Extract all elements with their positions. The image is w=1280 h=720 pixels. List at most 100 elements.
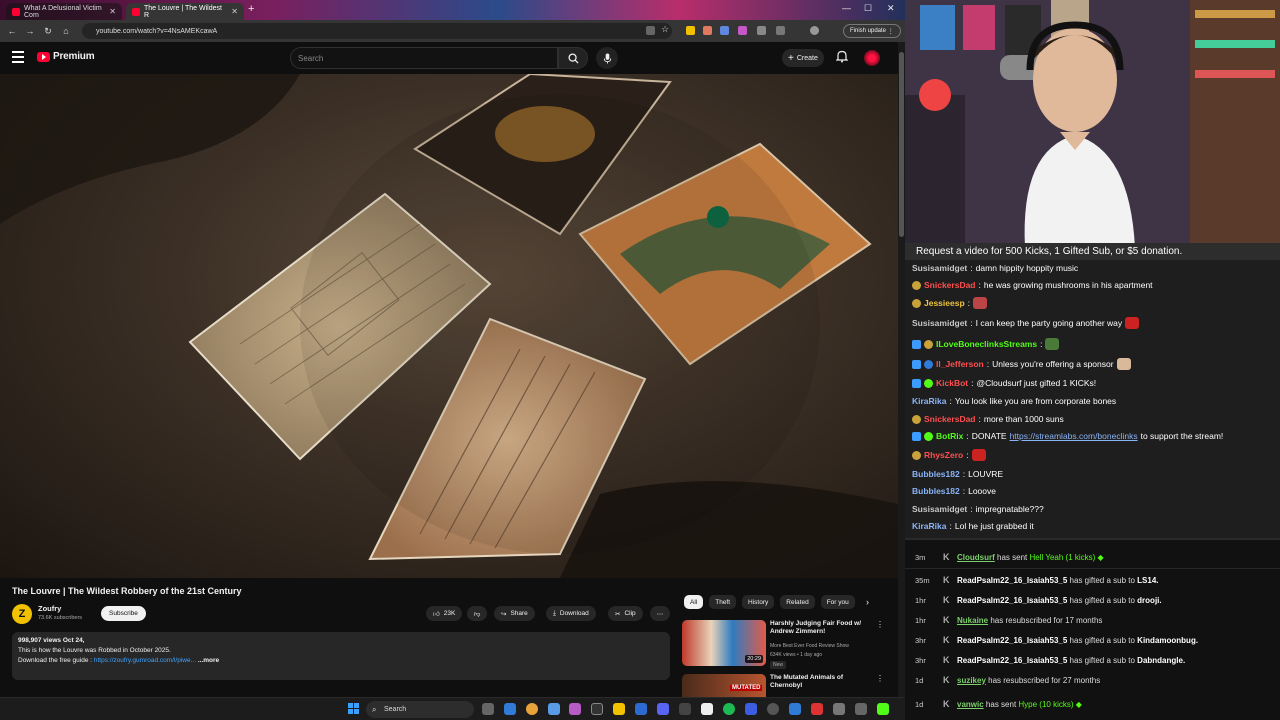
more-vertical-icon[interactable]: ⋮ (876, 620, 884, 629)
event-user[interactable]: ReadPsalm22_16_Isaiah53_5 (957, 636, 1067, 645)
app-icon[interactable] (855, 703, 867, 715)
notifications-bell-icon[interactable] (836, 50, 848, 63)
home-icon[interactable]: ⌂ (57, 26, 75, 36)
chat-username[interactable]: Bubbles182 (912, 486, 960, 496)
chat-username[interactable]: Bubbles182 (912, 469, 960, 479)
chip-theft[interactable]: Theft (709, 595, 737, 609)
chat-username[interactable]: KiraRika (912, 396, 947, 406)
spotify-icon[interactable] (723, 703, 735, 715)
back-icon[interactable]: ← (3, 26, 21, 36)
like-button[interactable]: 👍︎ 23K (426, 606, 463, 621)
chevron-right-icon[interactable]: › (866, 597, 869, 607)
channel-avatar[interactable]: Z (12, 604, 32, 624)
app-icon[interactable] (833, 703, 845, 715)
kick-icon[interactable] (877, 703, 889, 715)
browser-tab-2[interactable]: The Louvre | The Wildest R ✕ (126, 3, 244, 20)
extension-icon[interactable] (776, 26, 785, 35)
chat-username[interactable]: RhysZero (924, 450, 963, 460)
chat-username[interactable]: ILoveBoneclinksStreams (936, 339, 1037, 349)
app-icon[interactable] (701, 703, 713, 715)
page-scrollbar[interactable] (898, 42, 905, 697)
extension-icon[interactable] (720, 26, 729, 35)
recommended-title[interactable]: Harshly Judging Fair Food w/ Andrew Zimm… (770, 620, 870, 636)
youtube-premium-logo[interactable]: Premium (37, 51, 95, 62)
recommended-channel[interactable]: More Best Ever Food Review Show (770, 643, 880, 650)
new-tab-icon[interactable]: + (248, 3, 254, 15)
search-button[interactable] (558, 47, 588, 69)
app-icon[interactable] (569, 703, 581, 715)
chat-username[interactable]: Jessieesp (924, 298, 965, 308)
video-thumbnail[interactable]: MUTATED (682, 674, 766, 697)
file-explorer-icon[interactable] (613, 703, 625, 715)
discord-icon[interactable] (657, 703, 669, 715)
address-bar[interactable]: youtube.com/watch?v=4NsAMEKcawA (82, 23, 672, 39)
video-thumbnail[interactable]: 20:29 (682, 620, 766, 666)
chat-username[interactable]: SnickersDad (924, 280, 976, 290)
chat-username[interactable]: KiraRika (912, 521, 947, 531)
chip-history[interactable]: History (742, 595, 775, 609)
dislike-button[interactable]: 👎︎ (467, 606, 487, 621)
maximize-icon[interactable]: ☐ (864, 3, 872, 14)
description-link[interactable]: https://zoufry.gumroad.com/l/piwe... (94, 657, 196, 664)
video-player[interactable] (0, 74, 898, 578)
chip-all[interactable]: All (684, 595, 704, 609)
chat-username[interactable]: Susisamidget (912, 318, 967, 328)
app-icon[interactable] (591, 703, 603, 715)
more-actions-button[interactable]: ⋯ (650, 606, 670, 621)
chip-for-you[interactable]: For you (820, 595, 855, 609)
profile-icon[interactable] (810, 26, 819, 35)
extension-icon[interactable] (738, 26, 747, 35)
share-button[interactable]: ↪ Share (494, 606, 535, 621)
close-window-icon[interactable]: ✕ (887, 3, 895, 14)
extension-icon[interactable] (686, 26, 695, 35)
app-icon[interactable] (679, 703, 691, 715)
hamburger-menu-icon[interactable] (12, 51, 24, 63)
chat-link[interactable]: https://streamlabs.com/boneclinks (1010, 431, 1138, 441)
task-view-icon[interactable] (482, 703, 494, 715)
event-user[interactable]: suzikey (957, 676, 986, 685)
close-tab-icon[interactable]: ✕ (109, 7, 116, 16)
cast-icon[interactable] (646, 26, 655, 35)
event-user[interactable]: ReadPsalm22_16_Isaiah53_5 (957, 576, 1067, 585)
minimize-icon[interactable]: — (842, 3, 851, 13)
browser-tab-1[interactable]: What A Delusional Victim Com ✕ (6, 3, 122, 20)
app-icon[interactable] (745, 703, 757, 715)
channel-name[interactable]: Zoufry (38, 604, 61, 613)
chrome-icon[interactable] (526, 703, 538, 715)
show-more-link[interactable]: ...more (198, 657, 219, 664)
search-input[interactable]: Search (290, 47, 558, 69)
event-user[interactable]: vanwic (957, 700, 984, 709)
app-icon[interactable] (811, 703, 823, 715)
chat-username[interactable]: Susisamidget (912, 504, 967, 514)
more-vertical-icon[interactable]: ⋮ (876, 674, 882, 683)
chat-username[interactable]: Susisamidget (912, 263, 967, 273)
extensions-puzzle-icon[interactable] (757, 26, 766, 35)
voice-search-button[interactable] (596, 47, 618, 69)
chat-username[interactable]: ll_Jefferson (936, 359, 984, 369)
chat-username[interactable]: KickBot (936, 378, 968, 388)
reload-icon[interactable]: ↻ (39, 26, 57, 37)
app-icon[interactable] (635, 703, 647, 715)
create-button[interactable]: + Create (782, 49, 824, 67)
close-tab-icon[interactable]: ✕ (231, 7, 238, 16)
recommended-title[interactable]: The Mutated Animals of Chernobyl (770, 674, 870, 690)
download-button[interactable]: ⤓ Download (546, 606, 596, 621)
event-user[interactable]: Cloudsurf (957, 553, 995, 562)
event-user[interactable]: Nukaine (957, 616, 988, 625)
event-user[interactable]: ReadPsalm22_16_Isaiah53_5 (957, 656, 1067, 665)
windows-start-icon[interactable] (348, 703, 359, 714)
subscribe-button[interactable]: Subscribe (101, 606, 146, 621)
clip-button[interactable]: ✂ Clip (608, 606, 643, 621)
chat-username[interactable]: SnickersDad (924, 414, 976, 424)
forward-icon[interactable]: → (21, 26, 39, 36)
edge-icon[interactable] (504, 703, 516, 715)
taskbar-search[interactable]: ⌕ Search (366, 701, 474, 718)
app-icon[interactable] (548, 703, 560, 715)
description-box[interactable]: 998,907 views Oct 24, This is how the Lo… (12, 632, 670, 680)
app-icon[interactable] (767, 703, 779, 715)
app-icon[interactable] (789, 703, 801, 715)
recommended-video[interactable]: MUTATED The Mutated Animals of Chernobyl… (682, 674, 882, 697)
chat-username[interactable]: BotRix (936, 431, 963, 441)
account-avatar[interactable] (864, 50, 880, 66)
finish-update-button[interactable]: Finish update ⋮ (843, 24, 901, 38)
